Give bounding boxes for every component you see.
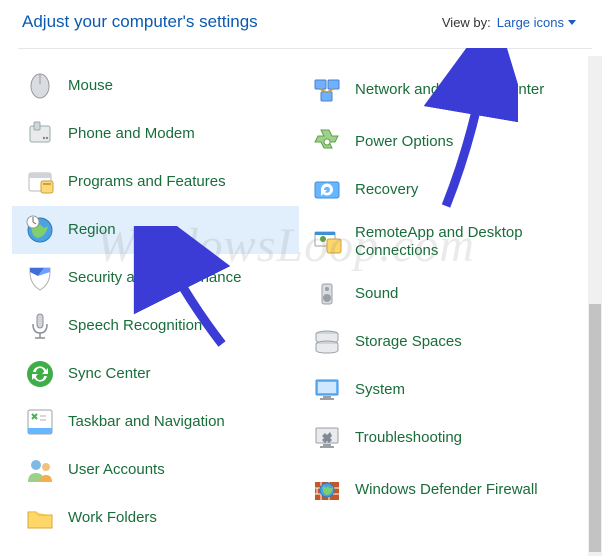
- cpl-item-label: Sync Center: [68, 365, 151, 383]
- cpl-item-label: Sound: [355, 285, 398, 303]
- cpl-item-label: Taskbar and Navigation: [68, 413, 225, 431]
- phone-modem-icon: [24, 118, 56, 150]
- cpl-item-label: Mouse: [68, 77, 113, 95]
- recovery-icon: [311, 174, 343, 206]
- cpl-item-user-accounts[interactable]: User Accounts: [12, 446, 299, 494]
- remote-icon: [311, 226, 343, 258]
- network-icon: [311, 74, 343, 106]
- page-title: Adjust your computer's settings: [22, 12, 258, 32]
- firewall-icon: [311, 474, 343, 506]
- sync-icon: [24, 358, 56, 390]
- cpl-item-label: Troubleshooting: [355, 429, 462, 447]
- cpl-item-security-and-maintenance[interactable]: Security and Maintenance: [12, 254, 299, 302]
- user-icon: [24, 454, 56, 486]
- divider: [18, 48, 592, 49]
- taskbar-icon: [24, 406, 56, 438]
- cpl-item-programs-and-features[interactable]: Programs and Features: [12, 158, 299, 206]
- cpl-item-remoteapp-and-desktop-connections[interactable]: RemoteApp and Desktop Connections: [299, 214, 586, 270]
- programs-icon: [24, 166, 56, 198]
- cpl-item-label: RemoteApp and Desktop Connections: [355, 224, 576, 260]
- cpl-item-storage-spaces[interactable]: Storage Spaces: [299, 318, 586, 366]
- cpl-item-label: Region: [68, 221, 116, 239]
- cpl-item-speech-recognition[interactable]: Speech Recognition: [12, 302, 299, 350]
- cpl-item-label: Phone and Modem: [68, 125, 195, 143]
- cpl-item-label: Work Folders: [68, 509, 157, 527]
- system-icon: [311, 374, 343, 406]
- cpl-item-taskbar-and-navigation[interactable]: Taskbar and Navigation: [12, 398, 299, 446]
- cpl-item-region[interactable]: Region: [12, 206, 299, 254]
- cpl-item-label: Windows Defender Firewall: [355, 481, 538, 499]
- power-icon: [311, 126, 343, 158]
- viewby-label: View by:: [442, 15, 491, 30]
- cpl-item-label: Storage Spaces: [355, 333, 462, 351]
- cpl-item-sync-center[interactable]: Sync Center: [12, 350, 299, 398]
- speech-icon: [24, 310, 56, 342]
- cpl-item-label: Network and Sharing Center: [355, 81, 544, 99]
- viewby-dropdown[interactable]: Large icons: [497, 15, 576, 30]
- cpl-item-label: System: [355, 381, 405, 399]
- cpl-item-work-folders[interactable]: Work Folders: [12, 494, 299, 542]
- cpl-item-label: Programs and Features: [68, 173, 226, 191]
- storage-icon: [311, 326, 343, 358]
- cpl-item-power-options[interactable]: Power Options: [299, 118, 586, 166]
- security-icon: [24, 262, 56, 294]
- cpl-item-network-and-sharing-center[interactable]: Network and Sharing Center: [299, 62, 586, 118]
- cpl-item-system[interactable]: System: [299, 366, 586, 414]
- work-folders-icon: [24, 502, 56, 534]
- trouble-icon: [311, 422, 343, 454]
- scrollbar[interactable]: [588, 56, 602, 556]
- cpl-item-label: Recovery: [355, 181, 418, 199]
- cpl-item-label: Speech Recognition: [68, 317, 202, 335]
- cpl-item-label: User Accounts: [68, 461, 165, 479]
- viewby-value: Large icons: [497, 15, 564, 30]
- mouse-icon: [24, 70, 56, 102]
- cpl-item-phone-and-modem[interactable]: Phone and Modem: [12, 110, 299, 158]
- region-icon: [24, 214, 56, 246]
- cpl-item-label: Security and Maintenance: [68, 269, 241, 287]
- cpl-item-windows-defender-firewall[interactable]: Windows Defender Firewall: [299, 462, 586, 518]
- scrollbar-thumb[interactable]: [589, 304, 601, 552]
- cpl-item-troubleshooting[interactable]: Troubleshooting: [299, 414, 586, 462]
- cpl-item-mouse[interactable]: Mouse: [12, 62, 299, 110]
- cpl-item-label: Power Options: [355, 133, 453, 151]
- cpl-item-recovery[interactable]: Recovery: [299, 166, 586, 214]
- chevron-down-icon: [568, 20, 576, 25]
- sound-icon: [311, 278, 343, 310]
- cpl-item-sound[interactable]: Sound: [299, 270, 586, 318]
